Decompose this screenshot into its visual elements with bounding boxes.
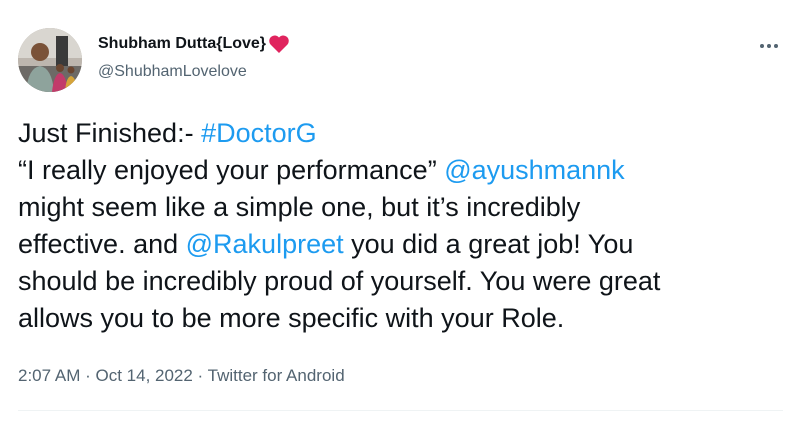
author-display-name[interactable]: Shubham Dutta{Love} bbox=[98, 35, 266, 53]
hashtag-link[interactable]: #DoctorG bbox=[201, 118, 317, 148]
divider bbox=[18, 410, 783, 411]
tweet-line: might seem like a simple one, but it’s i… bbox=[18, 192, 581, 222]
tweet-line: “I really enjoyed your performance” @ayu… bbox=[18, 152, 788, 189]
more-dot bbox=[767, 44, 771, 48]
tweet-line: effective. and @Rakulpreet you did a gre… bbox=[18, 226, 788, 263]
tweet-text-segment: you did a great job! You bbox=[343, 229, 634, 259]
avatar[interactable] bbox=[18, 28, 82, 92]
more-dots-icon bbox=[760, 44, 764, 48]
profile-photo-image bbox=[18, 28, 82, 92]
mention-link[interactable]: @ayushmannk bbox=[444, 155, 625, 185]
more-dot bbox=[774, 44, 778, 48]
tweet-line: should be incredibly proud of yourself. … bbox=[18, 266, 661, 296]
tweet-line: Just Finished:- #DoctorG bbox=[18, 115, 788, 152]
meta-separator: · bbox=[192, 366, 208, 385]
mention-link[interactable]: @Rakulpreet bbox=[186, 229, 344, 259]
tweet-text: Just Finished:- #DoctorG “I really enjoy… bbox=[18, 115, 788, 337]
tweet-date[interactable]: Oct 14, 2022 bbox=[95, 366, 192, 385]
tweet-meta: 2:07 AM · Oct 14, 2022 · Twitter for And… bbox=[18, 366, 345, 386]
more-options-button[interactable] bbox=[752, 34, 786, 58]
tweet-source[interactable]: Twitter for Android bbox=[208, 366, 345, 385]
tweet-card: Shubham Dutta{Love} @ShubhamLovelove Jus… bbox=[0, 0, 804, 438]
meta-separator: · bbox=[80, 366, 96, 385]
tweet-text-segment: effective. and bbox=[18, 229, 186, 259]
tweet-text-segment: Just Finished:- bbox=[18, 118, 202, 148]
author-name-row[interactable]: Shubham Dutta{Love} bbox=[98, 34, 290, 54]
tweet-time[interactable]: 2:07 AM bbox=[18, 366, 80, 385]
author-handle[interactable]: @ShubhamLovelove bbox=[98, 63, 247, 81]
tweet-line: allows you to be more specific with your… bbox=[18, 303, 565, 333]
red-heart-icon bbox=[268, 34, 290, 54]
tweet-text-segment: “I really enjoyed your performance” bbox=[18, 155, 445, 185]
